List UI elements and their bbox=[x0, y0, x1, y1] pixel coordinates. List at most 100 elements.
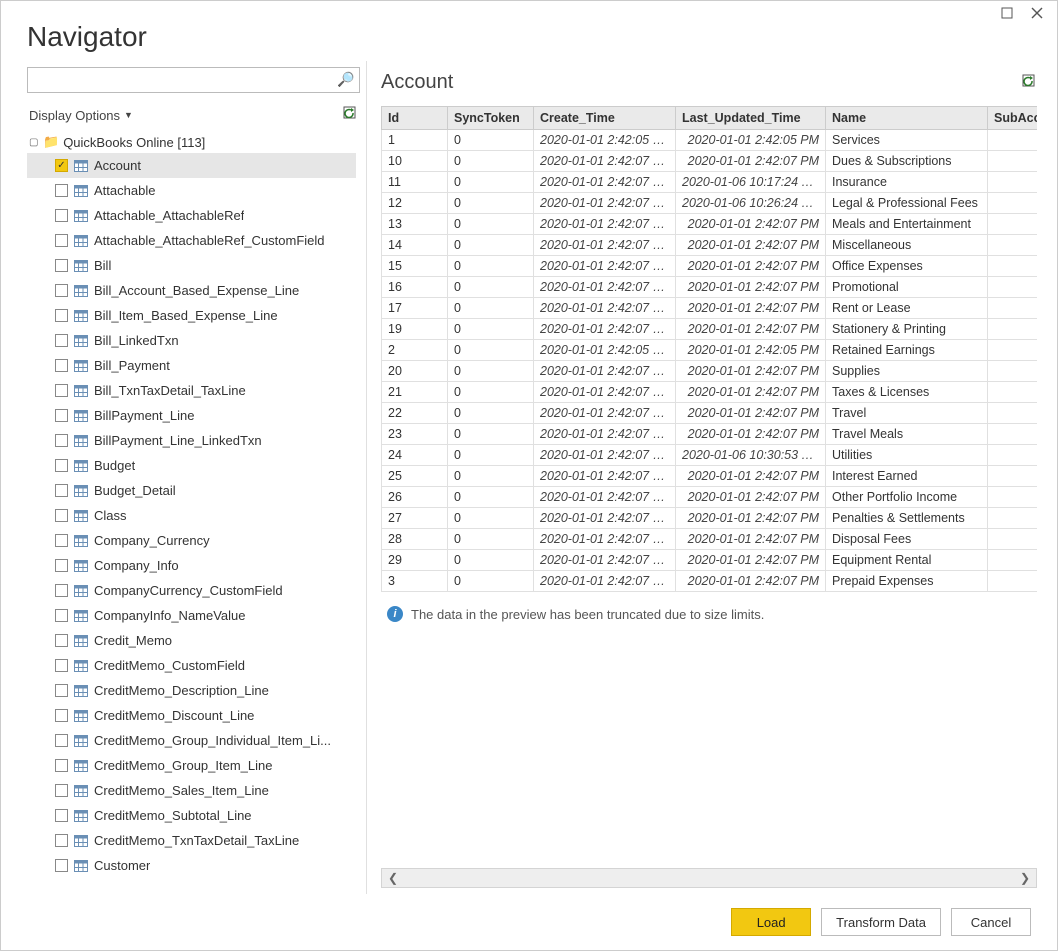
table-row[interactable]: 202020-01-01 2:42:05 PM2020-01-01 2:42:0… bbox=[382, 340, 1038, 361]
tree-item[interactable]: CreditMemo_Description_Line bbox=[27, 678, 356, 703]
tree-item[interactable]: Budget_Detail bbox=[27, 478, 356, 503]
tree[interactable]: ▢ 📁 QuickBooks Online [113] ✓AccountAtta… bbox=[27, 131, 360, 894]
table-row[interactable]: 2002020-01-01 2:42:07 PM2020-01-01 2:42:… bbox=[382, 361, 1038, 382]
tree-checkbox[interactable] bbox=[55, 209, 68, 222]
tree-checkbox[interactable] bbox=[55, 634, 68, 647]
table-row[interactable]: 2702020-01-01 2:42:07 PM2020-01-01 2:42:… bbox=[382, 508, 1038, 529]
table-row[interactable]: 1302020-01-01 2:42:07 PM2020-01-01 2:42:… bbox=[382, 214, 1038, 235]
tree-checkbox[interactable] bbox=[55, 184, 68, 197]
tree-checkbox[interactable] bbox=[55, 834, 68, 847]
horizontal-scrollbar[interactable]: ❮ ❯ bbox=[381, 868, 1037, 888]
tree-item[interactable]: CreditMemo_TxnTaxDetail_TaxLine bbox=[27, 828, 356, 853]
table-row[interactable]: 2902020-01-01 2:42:07 PM2020-01-01 2:42:… bbox=[382, 550, 1038, 571]
tree-checkbox[interactable] bbox=[55, 384, 68, 397]
table-row[interactable]: 2402020-01-01 2:42:07 PM2020-01-06 10:30… bbox=[382, 445, 1038, 466]
tree-item[interactable]: BillPayment_Line bbox=[27, 403, 356, 428]
col-synctoken[interactable]: SyncToken bbox=[448, 107, 534, 130]
tree-checkbox[interactable] bbox=[55, 484, 68, 497]
tree-checkbox[interactable] bbox=[55, 234, 68, 247]
tree-checkbox[interactable]: ✓ bbox=[55, 159, 68, 172]
preview-table[interactable]: Id SyncToken Create_Time Last_Updated_Ti… bbox=[381, 106, 1037, 592]
tree-checkbox[interactable] bbox=[55, 759, 68, 772]
table-row[interactable]: 2602020-01-01 2:42:07 PM2020-01-01 2:42:… bbox=[382, 487, 1038, 508]
table-row[interactable]: 1002020-01-01 2:42:07 PM2020-01-01 2:42:… bbox=[382, 151, 1038, 172]
table-row[interactable]: 2202020-01-01 2:42:07 PM2020-01-01 2:42:… bbox=[382, 403, 1038, 424]
col-id[interactable]: Id bbox=[382, 107, 448, 130]
tree-checkbox[interactable] bbox=[55, 284, 68, 297]
tree-item[interactable]: CreditMemo_Group_Item_Line bbox=[27, 753, 356, 778]
tree-checkbox[interactable] bbox=[55, 734, 68, 747]
tree-checkbox[interactable] bbox=[55, 509, 68, 522]
tree-item[interactable]: BillPayment_Line_LinkedTxn bbox=[27, 428, 356, 453]
col-create-time[interactable]: Create_Time bbox=[534, 107, 676, 130]
tree-checkbox[interactable] bbox=[55, 434, 68, 447]
tree-checkbox[interactable] bbox=[55, 859, 68, 872]
maximize-button[interactable] bbox=[997, 3, 1017, 23]
tree-item[interactable]: Customer bbox=[27, 853, 356, 878]
tree-item[interactable]: Attachable_AttachableRef bbox=[27, 203, 356, 228]
tree-checkbox[interactable] bbox=[55, 334, 68, 347]
table-row[interactable]: 2102020-01-01 2:42:07 PM2020-01-01 2:42:… bbox=[382, 382, 1038, 403]
tree-checkbox[interactable] bbox=[55, 559, 68, 572]
scroll-left-icon[interactable]: ❮ bbox=[388, 871, 398, 885]
tree-item[interactable]: Bill_Payment bbox=[27, 353, 356, 378]
tree-item[interactable]: Credit_Memo bbox=[27, 628, 356, 653]
table-row[interactable]: 102020-01-01 2:42:05 PM2020-01-01 2:42:0… bbox=[382, 130, 1038, 151]
tree-item[interactable]: CreditMemo_Sales_Item_Line bbox=[27, 778, 356, 803]
load-button[interactable]: Load bbox=[731, 908, 811, 936]
col-subaccount[interactable]: SubAccount bbox=[988, 107, 1038, 130]
table-row[interactable]: 2802020-01-01 2:42:07 PM2020-01-01 2:42:… bbox=[382, 529, 1038, 550]
tree-checkbox[interactable] bbox=[55, 684, 68, 697]
tree-checkbox[interactable] bbox=[55, 359, 68, 372]
table-row[interactable]: 1202020-01-01 2:42:07 PM2020-01-06 10:26… bbox=[382, 193, 1038, 214]
search-input[interactable] bbox=[27, 67, 360, 93]
tree-item[interactable]: Attachable bbox=[27, 178, 356, 203]
tree-item[interactable]: CreditMemo_Group_Individual_Item_Li... bbox=[27, 728, 356, 753]
tree-item[interactable]: Bill_Account_Based_Expense_Line bbox=[27, 278, 356, 303]
tree-item[interactable]: ✓Account bbox=[27, 153, 356, 178]
table-row[interactable]: 2502020-01-01 2:42:07 PM2020-01-01 2:42:… bbox=[382, 466, 1038, 487]
cancel-button[interactable]: Cancel bbox=[951, 908, 1031, 936]
tree-item[interactable]: CreditMemo_CustomField bbox=[27, 653, 356, 678]
table-row[interactable]: 1502020-01-01 2:42:07 PM2020-01-01 2:42:… bbox=[382, 256, 1038, 277]
table-row[interactable]: 2302020-01-01 2:42:07 PM2020-01-01 2:42:… bbox=[382, 424, 1038, 445]
col-name[interactable]: Name bbox=[826, 107, 988, 130]
tree-item[interactable]: Attachable_AttachableRef_CustomField bbox=[27, 228, 356, 253]
tree-item[interactable]: Class bbox=[27, 503, 356, 528]
tree-item[interactable]: CompanyCurrency_CustomField bbox=[27, 578, 356, 603]
transform-data-button[interactable]: Transform Data bbox=[821, 908, 941, 936]
tree-checkbox[interactable] bbox=[55, 309, 68, 322]
tree-item[interactable]: Budget bbox=[27, 453, 356, 478]
col-last-updated[interactable]: Last_Updated_Time bbox=[676, 107, 826, 130]
scroll-right-icon[interactable]: ❯ bbox=[1020, 871, 1030, 885]
tree-checkbox[interactable] bbox=[55, 609, 68, 622]
table-row[interactable]: 1402020-01-01 2:42:07 PM2020-01-01 2:42:… bbox=[382, 235, 1038, 256]
tree-checkbox[interactable] bbox=[55, 809, 68, 822]
tree-checkbox[interactable] bbox=[55, 409, 68, 422]
table-row[interactable]: 302020-01-01 2:42:07 PM2020-01-01 2:42:0… bbox=[382, 571, 1038, 592]
tree-item[interactable]: Company_Info bbox=[27, 553, 356, 578]
tree-item[interactable]: Bill bbox=[27, 253, 356, 278]
table-row[interactable]: 1902020-01-01 2:42:07 PM2020-01-01 2:42:… bbox=[382, 319, 1038, 340]
table-row[interactable]: 1702020-01-01 2:42:07 PM2020-01-01 2:42:… bbox=[382, 298, 1038, 319]
table-row[interactable]: 1602020-01-01 2:42:07 PM2020-01-01 2:42:… bbox=[382, 277, 1038, 298]
tree-checkbox[interactable] bbox=[55, 709, 68, 722]
tree-refresh-button[interactable] bbox=[342, 105, 358, 125]
tree-item[interactable]: CompanyInfo_NameValue bbox=[27, 603, 356, 628]
tree-item[interactable]: Company_Currency bbox=[27, 528, 356, 553]
tree-item[interactable]: CreditMemo_Discount_Line bbox=[27, 703, 356, 728]
tree-checkbox[interactable] bbox=[55, 659, 68, 672]
search-icon[interactable]: 🔍 bbox=[337, 71, 354, 88]
tree-item[interactable]: CreditMemo_Subtotal_Line bbox=[27, 803, 356, 828]
tree-checkbox[interactable] bbox=[55, 584, 68, 597]
table-row[interactable]: 1102020-01-01 2:42:07 PM2020-01-06 10:17… bbox=[382, 172, 1038, 193]
tree-checkbox[interactable] bbox=[55, 459, 68, 472]
tree-root[interactable]: ▢ 📁 QuickBooks Online [113] bbox=[27, 131, 356, 153]
tree-item[interactable]: Bill_LinkedTxn bbox=[27, 328, 356, 353]
tree-checkbox[interactable] bbox=[55, 259, 68, 272]
tree-checkbox[interactable] bbox=[55, 534, 68, 547]
tree-checkbox[interactable] bbox=[55, 784, 68, 797]
tree-item[interactable]: Bill_Item_Based_Expense_Line bbox=[27, 303, 356, 328]
preview-refresh-button[interactable] bbox=[1021, 73, 1037, 93]
display-options[interactable]: Display Options ▼ bbox=[29, 108, 133, 123]
